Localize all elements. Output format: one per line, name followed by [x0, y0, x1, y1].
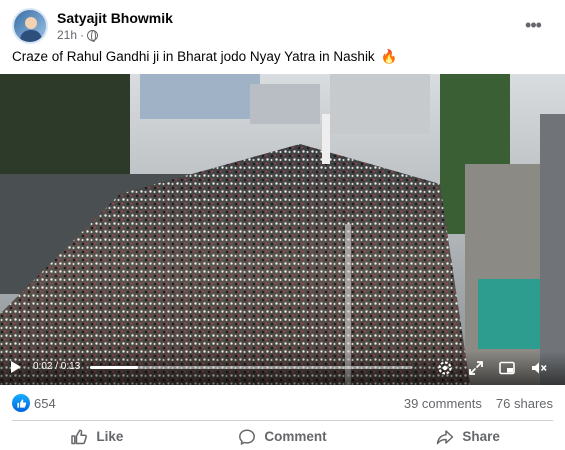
video-progress-bar[interactable] — [90, 366, 412, 369]
video-frame — [0, 74, 565, 385]
post-card: Satyajit Bhowmik 21h · ••• Craze of Rahu… — [0, 0, 565, 450]
shares-count[interactable]: 76 shares — [496, 396, 553, 411]
video-controls: 0:02 / 0:13 — [0, 351, 565, 385]
divider — [12, 420, 553, 421]
fullscreen-icon[interactable] — [467, 359, 485, 377]
video-player[interactable]: 0:02 / 0:13 — [0, 74, 565, 385]
share-icon — [437, 429, 454, 444]
like-label: Like — [96, 429, 124, 444]
volume-icon[interactable] — [530, 359, 548, 377]
post-meta: Satyajit Bhowmik 21h · — [57, 9, 173, 43]
post-subline: 21h · — [57, 27, 173, 43]
more-options-icon[interactable]: ••• — [521, 14, 545, 38]
like-button[interactable]: Like — [4, 423, 190, 450]
post-caption: Craze of Rahul Gandhi ji in Bharat jodo … — [12, 48, 553, 66]
author-name[interactable]: Satyajit Bhowmik — [57, 9, 173, 27]
comment-icon — [239, 428, 256, 445]
video-time: 0:02 / 0:13 — [33, 361, 81, 372]
caption-text: Craze of Rahul Gandhi ji in Bharat jodo … — [12, 49, 375, 64]
share-label: Share — [462, 429, 500, 444]
comment-label: Comment — [264, 429, 327, 444]
globe-icon — [87, 29, 99, 42]
share-button[interactable]: Share — [375, 423, 561, 450]
engagement-counts: 39 comments 76 shares — [404, 396, 553, 411]
video-progress-fill — [90, 366, 139, 369]
post-stats: 654 39 comments 76 shares — [12, 393, 553, 413]
post-header: Satyajit Bhowmik 21h · ••• — [12, 8, 553, 44]
likes-count[interactable]: 654 — [34, 396, 56, 411]
post-actions: Like Comment Share — [4, 423, 561, 450]
comment-button[interactable]: Comment — [190, 423, 376, 450]
comments-count[interactable]: 39 comments — [404, 396, 482, 411]
like-reaction-icon[interactable] — [12, 394, 30, 412]
post-timestamp[interactable]: 21h — [57, 27, 77, 43]
thumbs-up-icon — [71, 428, 88, 444]
fire-emoji: 🔥 — [380, 49, 398, 64]
play-icon[interactable] — [11, 361, 21, 373]
avatar[interactable] — [12, 8, 48, 44]
picture-in-picture-icon[interactable] — [498, 359, 516, 377]
settings-icon[interactable] — [436, 359, 454, 377]
